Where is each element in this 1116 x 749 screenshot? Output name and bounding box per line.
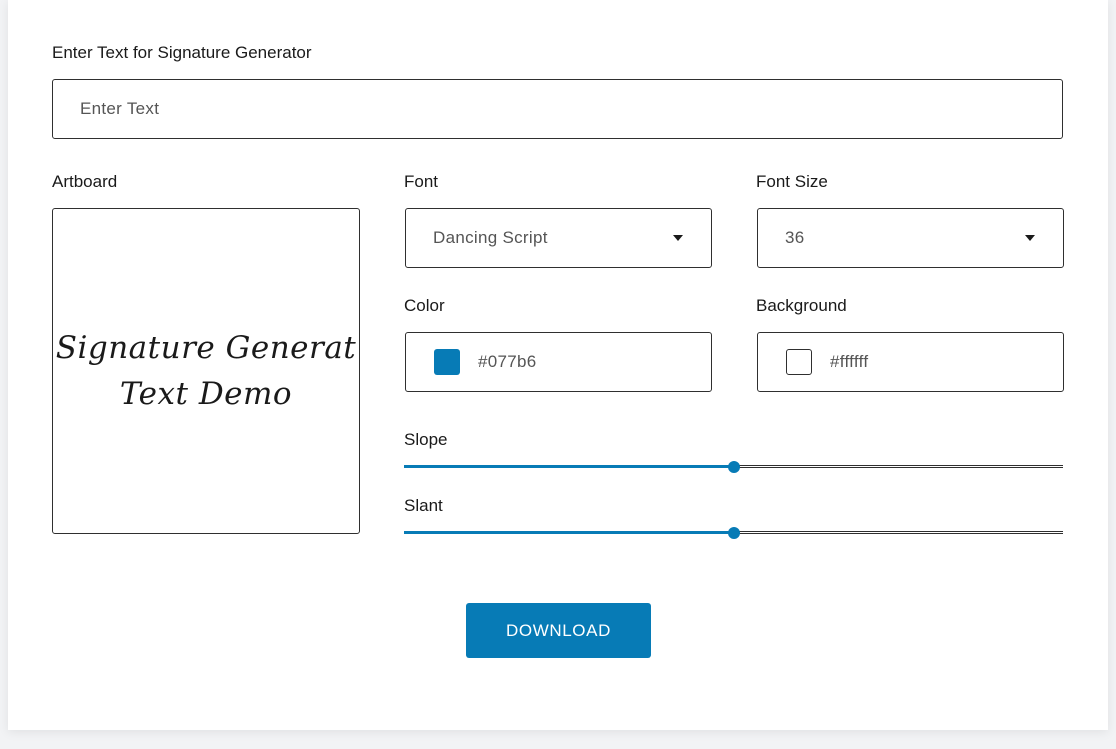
download-button[interactable]: DOWNLOAD [466,603,651,658]
slant-slider[interactable] [404,526,1063,540]
color-label: Color [404,296,445,315]
background-picker-field[interactable]: #ffffff [757,332,1064,392]
font-select-value: Dancing Script [433,228,548,247]
signature-text-field[interactable]: Enter Text [52,79,1063,139]
artboard-text-line-1: Signature Generat [55,330,357,366]
color-picker-field[interactable]: #077b6 [405,332,712,392]
background-label: Background [756,296,847,315]
slope-slider[interactable] [404,460,1063,474]
font-label: Font [404,172,439,191]
text-input-label: Enter Text for Signature Generator [52,43,312,62]
color-value: #077b6 [478,352,537,371]
slant-label: Slant [404,496,443,515]
font-size-label: Font Size [756,172,828,191]
signature-text-placeholder: Enter Text [80,99,160,118]
font-select[interactable]: Dancing Script [405,208,712,268]
font-size-select-value: 36 [785,228,805,247]
font-size-select[interactable]: 36 [757,208,1064,268]
chevron-down-icon [673,235,683,241]
artboard-label: Artboard [52,172,118,191]
chevron-down-icon [1025,235,1035,241]
slant-slider-fill [404,531,734,534]
color-swatch[interactable] [434,349,460,375]
slope-slider-fill [404,465,734,468]
artboard-preview: Signature Generat Text Demo [52,208,360,534]
background-swatch[interactable] [786,349,812,375]
slope-label: Slope [404,430,448,449]
slope-slider-thumb[interactable] [728,461,740,473]
artboard-text-line-2: Text Demo [119,376,293,412]
background-value: #ffffff [830,352,869,371]
slant-slider-thumb[interactable] [728,527,740,539]
